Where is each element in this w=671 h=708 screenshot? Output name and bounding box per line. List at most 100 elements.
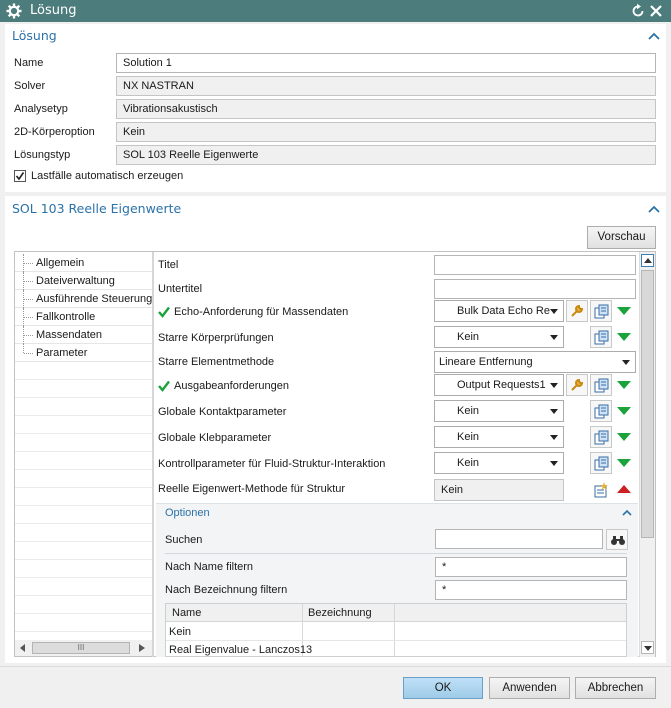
table-cell-name[interactable]: Kein — [169, 626, 191, 638]
collapse-up-button[interactable] — [614, 479, 636, 501]
wrench-button[interactable] — [566, 374, 588, 396]
kleb-select[interactable]: Kein — [434, 426, 564, 448]
scroll-up-button[interactable] — [641, 254, 654, 267]
property-table-icon — [594, 456, 609, 471]
analysetyp-field: Vibrationsakustisch — [116, 99, 656, 119]
scroll-down-icon — [644, 646, 652, 651]
chevron-up-icon[interactable] — [648, 32, 660, 40]
auto-loadcase-checkbox[interactable] — [14, 170, 26, 182]
expand-down-button[interactable] — [614, 452, 636, 474]
scroll-down-button[interactable] — [641, 641, 654, 654]
expand-down-button[interactable] — [614, 400, 636, 422]
options-title: Optionen — [165, 507, 210, 519]
wrench-icon — [571, 378, 584, 391]
name-label: Name — [14, 57, 44, 69]
binoculars-icon — [611, 536, 625, 545]
untertitel-label: Untertitel — [158, 283, 203, 295]
modeling-objects-button[interactable] — [590, 400, 612, 422]
chevron-up-icon[interactable] — [648, 205, 660, 213]
gear-icon[interactable] — [6, 3, 22, 19]
triangle-up-icon — [617, 485, 631, 493]
modeling-objects-button[interactable] — [590, 426, 612, 448]
property-table-icon — [594, 378, 609, 393]
preview-button[interactable]: Vorschau — [587, 226, 656, 249]
echo-label: Echo-Anforderung für Massendaten — [174, 306, 349, 318]
modeling-objects-button[interactable] — [590, 300, 612, 322]
triangle-down-icon — [617, 459, 631, 467]
apply-button[interactable]: Anwenden — [489, 677, 570, 699]
titel-label: Titel — [158, 259, 179, 271]
ausgabe-select[interactable]: Output Requests1 — [434, 374, 564, 396]
expand-down-button[interactable] — [614, 300, 636, 322]
splitter[interactable] — [152, 252, 154, 657]
cancel-button[interactable]: Abbrechen — [575, 677, 656, 699]
kleb-label: Globale Klebparameter — [158, 432, 272, 444]
triangle-down-icon — [617, 307, 631, 315]
column-header-name[interactable]: Name — [172, 607, 201, 619]
triangle-down-icon — [617, 381, 631, 389]
triangle-down-icon — [617, 433, 631, 441]
fsi-select[interactable]: Kein — [434, 452, 564, 474]
nav-item-fallkontrolle[interactable]: Fallkontrolle — [15, 308, 152, 326]
wrench-button[interactable] — [566, 300, 588, 322]
kontakt-select[interactable]: Kein — [434, 400, 564, 422]
new-method-button[interactable] — [590, 479, 612, 501]
sol-section-title: SOL 103 Reelle Eigenwerte — [12, 201, 182, 216]
check-icon — [158, 306, 170, 318]
wrench-icon — [571, 304, 584, 317]
2d-option-field: Kein — [116, 122, 656, 142]
fsi-label: Kontrollparameter für Fluid-Struktur-Int… — [158, 458, 386, 470]
starre-em-label: Starre Elementmethode — [158, 356, 275, 368]
scroll-right-icon[interactable] — [139, 644, 145, 652]
starre-em-select[interactable]: Lineare Entfernung — [434, 351, 636, 373]
expand-down-button[interactable] — [614, 374, 636, 396]
bez-filter-input[interactable]: * — [435, 580, 627, 600]
nav-item-allgemein[interactable]: Allgemein — [15, 254, 152, 272]
auto-loadcase-label: Lastfälle automatisch erzeugen — [31, 170, 184, 182]
footer-bar — [0, 666, 671, 708]
checkmark-icon — [15, 172, 25, 181]
find-button[interactable] — [606, 529, 628, 550]
expand-down-button[interactable] — [614, 426, 636, 448]
search-input[interactable] — [435, 529, 603, 549]
modeling-objects-button[interactable] — [590, 374, 612, 396]
vscroll-thumb[interactable] — [641, 270, 654, 538]
solver-label: Solver — [14, 80, 46, 92]
eigen-label: Reelle Eigenwert-Methode für Struktur — [158, 483, 346, 495]
eigen-field: Kein — [434, 479, 564, 501]
table-cell-bezeichnung[interactable]: 3 — [306, 644, 312, 656]
table-cell-name[interactable]: Real Eigenvalue - Lanczos1 — [169, 644, 306, 656]
nav-item-parameter[interactable]: Parameter — [15, 344, 152, 362]
property-table-icon — [594, 430, 609, 445]
starre-kp-select[interactable]: Kein — [434, 326, 564, 348]
modeling-objects-button[interactable] — [590, 452, 612, 474]
analysetyp-label: Analysetyp — [14, 103, 68, 115]
expand-down-button[interactable] — [614, 326, 636, 348]
table-header — [166, 604, 626, 622]
check-icon — [158, 380, 170, 392]
nav-hscroll-thumb[interactable]: III — [32, 642, 130, 654]
loesungstyp-label: Lösungstyp — [14, 149, 71, 161]
name-filter-input[interactable]: * — [435, 557, 627, 577]
solver-field: NX NASTRAN — [116, 76, 656, 96]
loesungstyp-field: SOL 103 Reelle Eigenwerte — [116, 145, 656, 165]
modeling-objects-button[interactable] — [590, 326, 612, 348]
nav-item-massendaten[interactable]: Massendaten — [15, 326, 152, 344]
nav-item-ausfuehrende-steuerung[interactable]: Ausführende Steuerung — [15, 290, 152, 308]
column-header-bezeichnung[interactable]: Bezeichnung — [308, 607, 372, 619]
triangle-down-icon — [617, 333, 631, 341]
bez-filter-label: Nach Bezeichnung filtern — [165, 584, 288, 596]
chevron-up-icon[interactable] — [622, 509, 632, 516]
name-field[interactable]: Solution 1 — [116, 53, 656, 73]
close-icon[interactable] — [648, 3, 664, 19]
untertitel-field[interactable] — [434, 279, 636, 299]
starre-kp-label: Starre Körperprüfungen — [158, 332, 274, 344]
titel-field[interactable] — [434, 255, 636, 275]
echo-select[interactable]: Bulk Data Echo Re — [434, 300, 564, 322]
solution-section-title: Lösung — [12, 28, 57, 43]
reset-icon[interactable] — [630, 3, 646, 19]
triangle-down-icon — [617, 407, 631, 415]
nav-item-dateiverwaltung[interactable]: Dateiverwaltung — [15, 272, 152, 290]
scroll-left-icon[interactable] — [20, 644, 26, 652]
ok-button[interactable]: OK — [403, 677, 483, 699]
